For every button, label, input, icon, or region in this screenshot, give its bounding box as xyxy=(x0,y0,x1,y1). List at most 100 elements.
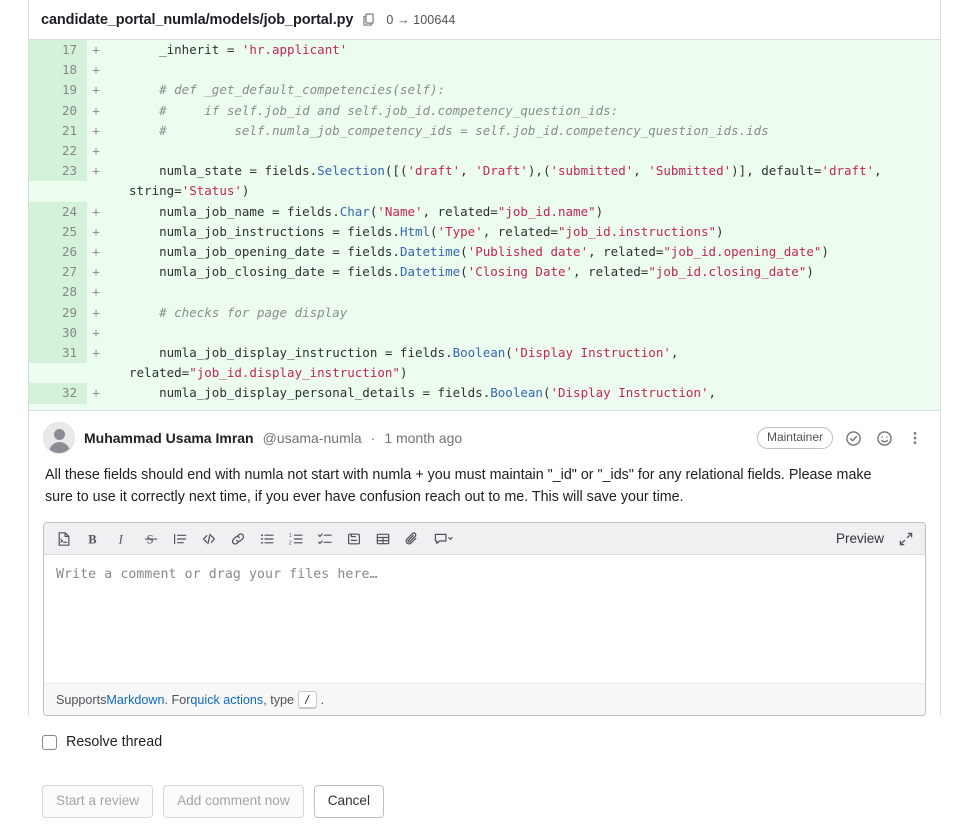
diff-line-number[interactable]: 23 xyxy=(29,161,87,182)
strikethrough-icon[interactable]: S xyxy=(137,526,164,552)
diff-line[interactable]: 20 + # if self.job_id and self.job_id.com… xyxy=(29,100,940,121)
check-circle-icon[interactable] xyxy=(842,427,864,449)
file-mode-change: 0 → 100644 xyxy=(386,12,456,27)
diff-line[interactable]: 31 + numla_job_display_instruction = fiel… xyxy=(29,343,940,383)
attachment-icon[interactable] xyxy=(398,526,425,552)
diff-line-marker: + xyxy=(87,60,105,81)
diff-line-number[interactable]: 31 xyxy=(29,343,87,364)
diff-line-number[interactable]: 30 xyxy=(29,322,87,344)
diff-line[interactable]: 25 + numla_job_instructions = fields.Html… xyxy=(29,221,940,243)
comment-author-name[interactable]: Muhammad Usama Imran xyxy=(84,430,254,446)
checklist-icon[interactable] xyxy=(311,526,338,552)
footer-middle: . For xyxy=(164,692,191,707)
diff-line-number[interactable]: 28 xyxy=(29,282,87,303)
header-separator: · xyxy=(370,430,376,446)
diff-file-header: candidate_portal_numla/models/job_portal… xyxy=(29,0,940,40)
diff-line[interactable]: 28 + xyxy=(29,282,940,303)
diff-line[interactable]: 17 + _inherit = 'hr.applicant' xyxy=(29,40,940,61)
resolve-thread-label[interactable]: Resolve thread xyxy=(66,734,162,750)
diff-line-number[interactable]: 27 xyxy=(29,262,87,283)
diff-line-marker: + xyxy=(87,100,105,121)
footer-prefix: Supports xyxy=(56,692,107,707)
diff-line-code: _inherit = 'hr.applicant' xyxy=(129,42,348,57)
diff-line-marker: + xyxy=(87,161,105,182)
diff-line-code: # if self.job_id and self.job_id.compete… xyxy=(129,102,619,118)
resolve-thread-row: Resolve thread xyxy=(42,734,162,750)
diff-line-code: numla_job_opening_date = fields.Datetime… xyxy=(129,244,829,260)
comment-editor: B I S 1 2 Preview Write a comment or dra… xyxy=(43,522,926,716)
diff-line-code: numla_job_closing_date = fields.Datetime… xyxy=(129,264,814,280)
diff-line-number[interactable]: 32 xyxy=(29,383,87,404)
collapsible-section-icon[interactable] xyxy=(340,526,367,552)
numbered-list-icon[interactable]: 1 2 xyxy=(282,526,309,552)
quote-icon[interactable] xyxy=(166,526,193,552)
comment-actions: Start a review Add comment now Cancel xyxy=(42,785,385,819)
vertical-ellipsis-icon[interactable] xyxy=(904,427,926,449)
table-icon[interactable] xyxy=(369,526,396,552)
diff-line[interactable]: 29 + # checks for page display xyxy=(29,302,940,323)
diff-line-marker: + xyxy=(87,302,105,323)
diff-line-code: # checks for page display xyxy=(129,304,348,320)
smiley-face-icon[interactable] xyxy=(873,427,895,449)
italic-icon[interactable]: I xyxy=(108,526,135,552)
diff-line-marker: + xyxy=(87,120,105,142)
diff-line-number[interactable]: 21 xyxy=(29,120,87,142)
diff-line-number[interactable]: 17 xyxy=(29,40,87,61)
svg-text:2: 2 xyxy=(288,540,291,546)
start-review-button[interactable]: Start a review xyxy=(42,785,154,819)
svg-text:I: I xyxy=(117,532,123,546)
comment-template-icon[interactable] xyxy=(427,526,461,552)
bold-icon[interactable]: B xyxy=(79,526,106,552)
diff-line[interactable]: 24 + numla_job_name = fields.Char('Name',… xyxy=(29,201,940,222)
editor-footer: Supports Markdown. For quick actions, ty… xyxy=(44,683,925,715)
diff-line-code xyxy=(105,60,940,80)
diff-line-code: # self.numla_job_competency_ids = self.j… xyxy=(129,122,769,138)
diff-line-number[interactable]: 25 xyxy=(29,221,87,243)
comment-textarea[interactable]: Write a comment or drag your files here… xyxy=(44,555,925,683)
diff-line-marker: + xyxy=(87,322,105,344)
diff-line-number[interactable]: 18 xyxy=(29,60,87,81)
add-comment-now-button[interactable]: Add comment now xyxy=(163,785,304,819)
status-badge: Maintainer xyxy=(756,427,833,449)
ai-assistant-icon[interactable] xyxy=(50,526,77,552)
diff-line-marker: + xyxy=(87,221,105,243)
diff-line[interactable]: 23 + numla_state = fields.Selection([('dr… xyxy=(29,161,940,201)
diff-line-number[interactable]: 26 xyxy=(29,242,87,263)
diff-line-marker: + xyxy=(87,282,105,303)
comment-header: Muhammad Usama Imran @usama-numla · 1 mo… xyxy=(43,421,926,455)
link-icon[interactable] xyxy=(224,526,251,552)
avatar[interactable] xyxy=(43,422,75,454)
copy-to-clipboard-icon[interactable] xyxy=(362,12,377,27)
comment-timestamp[interactable]: 1 month ago xyxy=(384,430,462,446)
avatar-head xyxy=(54,429,65,440)
comment-body-text: All these fields should end with numla n… xyxy=(45,467,872,505)
diff-line-marker: + xyxy=(87,80,105,101)
diff-line[interactable]: 21 + # self.numla_job_competency_ids = se… xyxy=(29,120,940,142)
diff-line[interactable]: 26 + numla_job_opening_date = fields.Date… xyxy=(29,242,940,263)
diff-line[interactable]: 18 + xyxy=(29,60,940,81)
quick-actions-link[interactable]: quick actions xyxy=(190,693,263,707)
diff-line-number[interactable]: 29 xyxy=(29,302,87,323)
preview-button[interactable]: Preview xyxy=(830,528,890,549)
comment-author-handle[interactable]: @usama-numla xyxy=(263,430,362,446)
diff-line[interactable]: 19 + # def _get_default_competencies(self… xyxy=(29,80,940,101)
merge-request-diff-discussion-page: candidate_portal_numla/models/job_portal… xyxy=(0,0,971,838)
expand-arrows-icon[interactable] xyxy=(892,526,919,552)
diff-line[interactable]: 22 + xyxy=(29,141,940,162)
diff-line-marker: + xyxy=(87,343,105,364)
diff-line[interactable]: 30 + xyxy=(29,322,940,344)
markdown-link[interactable]: Markdown xyxy=(106,693,164,707)
resolve-thread-checkbox[interactable] xyxy=(42,734,57,750)
diff-line[interactable]: 27 + numla_job_closing_date = fields.Date… xyxy=(29,262,940,283)
bullet-list-icon[interactable] xyxy=(253,526,280,552)
diff-line-marker: + xyxy=(87,201,105,222)
diff-line-code: numla_job_display_instruction = fields.B… xyxy=(129,345,686,381)
diff-line[interactable]: 32 + numla_job_display_personal_details =… xyxy=(29,383,940,404)
cancel-button[interactable]: Cancel xyxy=(313,785,385,819)
code-icon[interactable] xyxy=(195,526,222,552)
diff-line-number[interactable]: 22 xyxy=(29,141,87,162)
diff-line-number[interactable]: 24 xyxy=(29,201,87,222)
diff-line-number[interactable]: 19 xyxy=(29,80,87,101)
diff-line-number[interactable]: 20 xyxy=(29,100,87,121)
diff-line-code xyxy=(105,141,940,161)
